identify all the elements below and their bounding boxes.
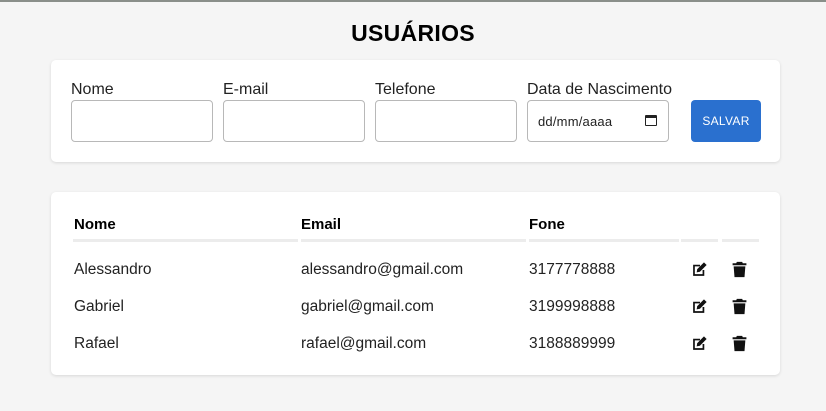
row-phone: 3188889999 xyxy=(529,335,616,352)
row-email: gabriel@gmail.com xyxy=(301,298,434,315)
edit-icon[interactable] xyxy=(691,298,708,315)
column-header-name: Nome xyxy=(74,216,116,233)
row-name: Rafael xyxy=(74,335,119,352)
row-phone: 3177778888 xyxy=(529,261,616,278)
email-field-group: E-mail xyxy=(223,80,365,142)
user-form: Nome E-mail Telefone Data de Nascimento … xyxy=(51,60,780,162)
name-input[interactable] xyxy=(71,100,213,142)
name-field-group: Nome xyxy=(71,80,213,142)
birthdate-label: Data de Nascimento xyxy=(527,81,672,98)
phone-input[interactable] xyxy=(375,100,517,142)
row-name: Gabriel xyxy=(74,298,124,315)
header-divider xyxy=(722,239,759,242)
birthdate-input[interactable]: dd/mm/aaaa xyxy=(527,100,669,142)
edit-icon[interactable] xyxy=(691,261,708,278)
header-divider xyxy=(73,239,298,242)
row-email: rafael@gmail.com xyxy=(301,335,427,352)
email-label: E-mail xyxy=(223,81,269,98)
header-divider xyxy=(529,239,679,242)
page-title: USUÁRIOS xyxy=(351,20,475,46)
top-border xyxy=(0,0,826,2)
table-row: Gabriel gabriel@gmail.com 3199998888 xyxy=(51,297,780,334)
birthdate-placeholder: dd/mm/aaaa xyxy=(538,114,613,129)
table-row: Alessandro alessandro@gmail.com 31777788… xyxy=(51,260,780,297)
calendar-icon[interactable] xyxy=(645,115,657,126)
trash-icon[interactable] xyxy=(732,298,747,315)
phone-label: Telefone xyxy=(375,81,436,98)
header-divider xyxy=(681,239,718,242)
table-row: Rafael rafael@gmail.com 3188889999 xyxy=(51,334,780,371)
header-divider xyxy=(301,239,526,242)
phone-field-group: Telefone xyxy=(375,80,517,142)
name-label: Nome xyxy=(71,81,114,98)
users-table: Nome Email Fone Alessandro alessandro@gm… xyxy=(51,192,780,375)
row-phone: 3199998888 xyxy=(529,298,616,315)
column-header-email: Email xyxy=(301,216,342,233)
column-header-phone: Fone xyxy=(529,216,565,233)
trash-icon[interactable] xyxy=(732,335,747,352)
row-email: alessandro@gmail.com xyxy=(301,261,464,278)
email-input[interactable] xyxy=(223,100,365,142)
row-name: Alessandro xyxy=(74,261,152,278)
save-button[interactable]: SALVAR xyxy=(691,100,761,142)
trash-icon[interactable] xyxy=(732,261,747,278)
edit-icon[interactable] xyxy=(691,335,708,352)
birthdate-field-group: Data de Nascimento dd/mm/aaaa xyxy=(527,80,672,142)
